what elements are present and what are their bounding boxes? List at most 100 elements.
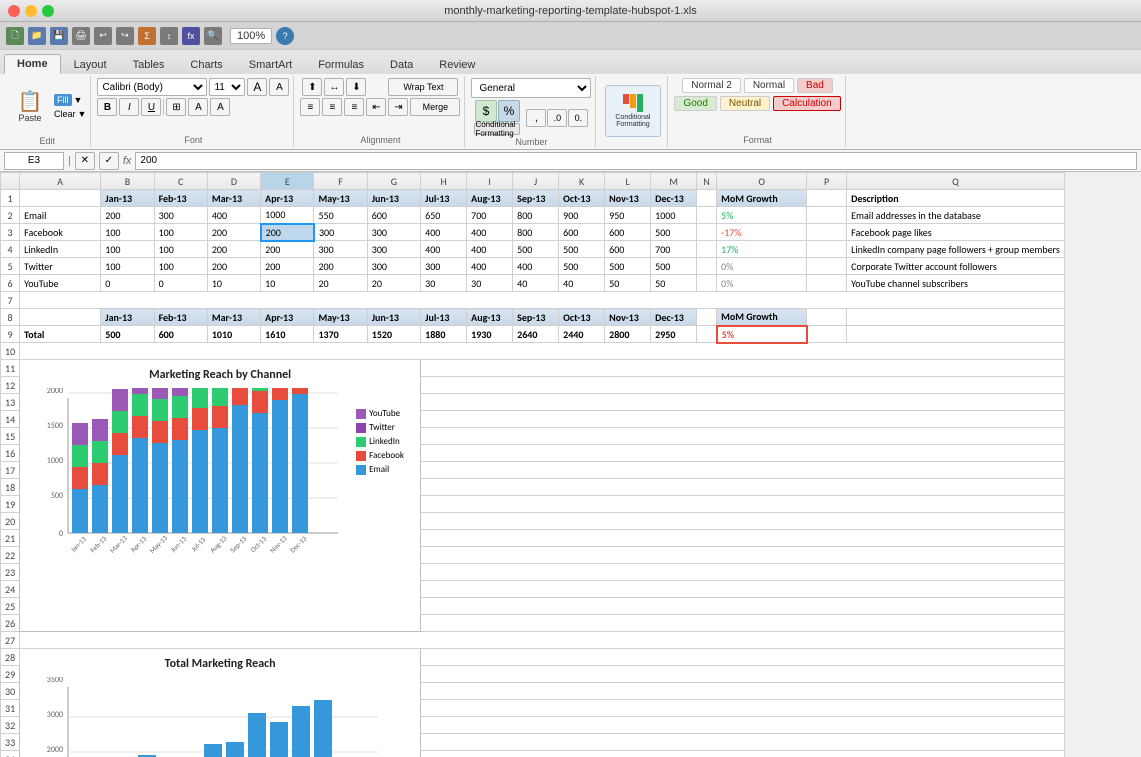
col-header-h[interactable]: H	[421, 173, 467, 190]
cell-p1[interactable]	[807, 190, 847, 207]
row-num-28[interactable]: 28	[1, 649, 20, 666]
cell-h2[interactable]: 650	[421, 207, 467, 224]
cell-l8[interactable]: Nov-13	[605, 309, 651, 326]
cell-p5[interactable]	[807, 258, 847, 275]
cell-g9[interactable]: 1520	[367, 326, 420, 343]
help-icon[interactable]: ?	[276, 27, 294, 45]
cell-row15[interactable]	[421, 428, 1065, 445]
row-num-2[interactable]: 2	[1, 207, 20, 224]
normal2-badge[interactable]: Normal 2	[682, 78, 741, 93]
row-num-12[interactable]: 12	[1, 377, 20, 394]
cell-b5[interactable]: 100	[101, 258, 154, 275]
wrap-text-button[interactable]: Wrap Text	[388, 78, 458, 96]
row-num-31[interactable]: 31	[1, 700, 20, 717]
cell-c1[interactable]: Feb-13	[154, 190, 207, 207]
row-num-26[interactable]: 26	[1, 615, 20, 632]
cell-j3[interactable]: 800	[513, 224, 559, 241]
cell-f9[interactable]: 1370	[314, 326, 367, 343]
new-icon[interactable]: 🗋	[6, 27, 24, 45]
tab-tables[interactable]: Tables	[120, 55, 178, 74]
cell-a9[interactable]: Total	[20, 326, 101, 343]
cell-row19[interactable]	[421, 496, 1065, 513]
accounting-icon[interactable]: $	[475, 100, 497, 122]
cell-b3[interactable]: 100	[101, 224, 154, 241]
cell-row13[interactable]	[421, 394, 1065, 411]
cell-e9[interactable]: 1610	[261, 326, 314, 343]
cell-row10[interactable]	[20, 343, 1065, 360]
cell-d8[interactable]: Mar-13	[207, 309, 260, 326]
col-header-q[interactable]: Q	[847, 173, 1065, 190]
row-num-4[interactable]: 4	[1, 241, 20, 258]
cell-row23[interactable]	[421, 564, 1065, 581]
cell-h9[interactable]: 1880	[421, 326, 467, 343]
row-num-16[interactable]: 16	[1, 445, 20, 462]
cell-n3[interactable]	[697, 224, 717, 241]
tab-layout[interactable]: Layout	[61, 55, 120, 74]
cell-p8[interactable]	[807, 309, 847, 326]
row-num-34[interactable]: 34	[1, 751, 20, 757]
cell-g8[interactable]: Jun-13	[367, 309, 420, 326]
cell-k8[interactable]: Oct-13	[559, 309, 605, 326]
row-num-17[interactable]: 17	[1, 462, 20, 479]
cell-i9[interactable]: 1930	[467, 326, 513, 343]
row-num-21[interactable]: 21	[1, 530, 20, 547]
cell-row25[interactable]	[421, 598, 1065, 615]
row-num-13[interactable]: 13	[1, 394, 20, 411]
decrease-decimal-button[interactable]: 0.	[568, 109, 588, 127]
cell-o9[interactable]: 5%	[717, 326, 807, 343]
cell-n1[interactable]	[697, 190, 717, 207]
cell-n4[interactable]	[697, 241, 717, 258]
cell-l2[interactable]: 950	[605, 207, 651, 224]
font-increase-button[interactable]: A	[247, 78, 267, 96]
cell-c8[interactable]: Feb-13	[154, 309, 207, 326]
cell-f5[interactable]: 200	[314, 258, 367, 275]
row-num-25[interactable]: 25	[1, 598, 20, 615]
formula-icon[interactable]: fx	[182, 27, 200, 45]
cell-p9[interactable]	[807, 326, 847, 343]
cell-m9[interactable]: 2950	[651, 326, 697, 343]
align-bottom-button[interactable]: ⬇	[346, 78, 366, 96]
cell-row30[interactable]	[421, 683, 1065, 700]
cell-h6[interactable]: 30	[421, 275, 467, 292]
italic-button[interactable]: I	[119, 98, 139, 116]
tab-home[interactable]: Home	[4, 54, 61, 74]
cell-row27[interactable]	[20, 632, 1065, 649]
cell-q3[interactable]: Facebook page likes	[847, 224, 1065, 241]
col-header-g[interactable]: G	[367, 173, 420, 190]
cell-k6[interactable]: 40	[559, 275, 605, 292]
cell-i2[interactable]: 700	[467, 207, 513, 224]
cell-q1[interactable]: Description	[847, 190, 1065, 207]
cell-d9[interactable]: 1010	[207, 326, 260, 343]
tab-data[interactable]: Data	[377, 55, 426, 74]
cell-row20[interactable]	[421, 513, 1065, 530]
font-size-select[interactable]: 11	[209, 78, 245, 96]
cell-chart2-right[interactable]	[421, 649, 1065, 666]
cell-q9[interactable]	[847, 326, 1065, 343]
cell-b1[interactable]: Jan-13	[101, 190, 154, 207]
cell-e8[interactable]: Apr-13	[261, 309, 314, 326]
cell-f3[interactable]: 300	[314, 224, 367, 241]
cell-k2[interactable]: 900	[559, 207, 605, 224]
cell-q6[interactable]: YouTube channel subscribers	[847, 275, 1065, 292]
tab-charts[interactable]: Charts	[177, 55, 235, 74]
undo-icon[interactable]: ↩	[94, 27, 112, 45]
cell-m5[interactable]: 500	[651, 258, 697, 275]
cell-row12[interactable]	[421, 377, 1065, 394]
cell-q5[interactable]: Corporate Twitter account followers	[847, 258, 1065, 275]
cell-m3[interactable]: 500	[651, 224, 697, 241]
row-num-5[interactable]: 5	[1, 258, 20, 275]
row-num-23[interactable]: 23	[1, 564, 20, 581]
cell-a3[interactable]: Facebook	[20, 224, 101, 241]
percent-icon[interactable]: %	[498, 100, 520, 122]
col-header-a[interactable]: A	[20, 173, 101, 190]
cell-e5[interactable]: 200	[261, 258, 314, 275]
comma-button[interactable]: ,	[526, 109, 546, 127]
print-icon[interactable]: 🖨	[72, 27, 90, 45]
tab-formulas[interactable]: Formulas	[305, 55, 377, 74]
cell-q8[interactable]	[847, 309, 1065, 326]
cell-n2[interactable]	[697, 207, 717, 224]
cell-row32[interactable]	[421, 717, 1065, 734]
row-num-14[interactable]: 14	[1, 411, 20, 428]
cell-l6[interactable]: 50	[605, 275, 651, 292]
cell-row26[interactable]	[421, 615, 1065, 632]
